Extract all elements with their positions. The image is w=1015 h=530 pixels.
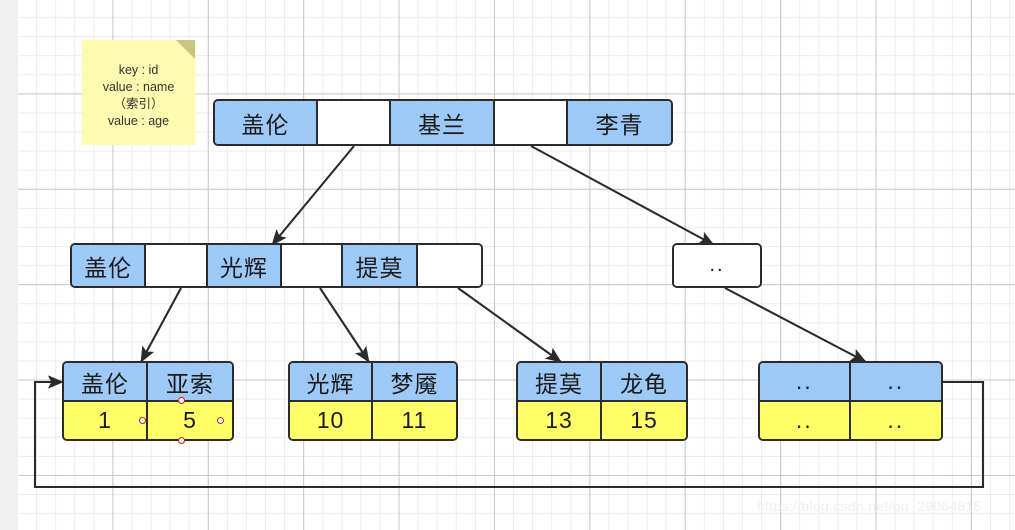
leaf-4-value-row: .. .. <box>760 402 941 439</box>
leaf-1-value-1[interactable]: 1 <box>64 402 148 439</box>
root-key-1[interactable]: 盖伦 <box>215 101 319 144</box>
legend-note-text: key : id value : name （索引） value : age <box>102 63 175 128</box>
root-key-3[interactable]: 李青 <box>567 101 671 144</box>
leaf-2-key-1[interactable]: 光辉 <box>290 363 373 400</box>
leaf-2-key-2[interactable]: 梦魇 <box>373 363 456 400</box>
leaf-1-value-row: 1 5 <box>64 402 232 439</box>
watermark-text: https://blog.csdn.net/qq_29064815 <box>757 498 982 514</box>
internal-left-pointer-1[interactable] <box>146 245 208 286</box>
leaf-4-key-1[interactable]: .. <box>760 363 851 400</box>
leaf-3-value-row: 13 15 <box>518 402 686 439</box>
selection-handle-left[interactable] <box>139 417 146 424</box>
leaf-3-key-row: 提莫 龙龟 <box>518 363 686 402</box>
leaf-node-2[interactable]: 光辉 梦魇 10 11 <box>288 361 458 441</box>
leaf-node-1[interactable]: 盖伦 亚索 1 5 <box>62 361 234 441</box>
leaf-3-value-1[interactable]: 13 <box>518 402 602 439</box>
diagram-canvas: key : id value : name （索引） value : age 盖… <box>0 0 1015 530</box>
selection-handle-right[interactable] <box>217 417 224 424</box>
root-pointer-1[interactable] <box>318 101 392 144</box>
leaf-3-value-2[interactable]: 15 <box>602 402 686 439</box>
left-ruler-margin <box>0 0 18 530</box>
leaf-node-4[interactable]: .. .. .. .. <box>758 361 943 441</box>
leaf-4-value-1[interactable]: .. <box>760 402 851 439</box>
leaf-3-key-1[interactable]: 提莫 <box>518 363 602 400</box>
legend-sticky-note: key : id value : name （索引） value : age <box>82 40 195 145</box>
root-pointer-2[interactable] <box>494 101 568 144</box>
root-key-2[interactable]: 基兰 <box>391 101 495 144</box>
leaf-3-key-2[interactable]: 龙龟 <box>602 363 686 400</box>
leaf-1-key-1[interactable]: 盖伦 <box>64 363 148 400</box>
leaf-1-key-row: 盖伦 亚索 <box>64 363 232 402</box>
leaf-2-value-2[interactable]: 11 <box>373 402 456 439</box>
selection-handle-bottom[interactable] <box>178 437 185 444</box>
internal-left-key-1[interactable]: 盖伦 <box>72 245 147 286</box>
leaf-2-key-row: 光辉 梦魇 <box>290 363 456 402</box>
internal-node-right[interactable]: .. <box>672 243 762 288</box>
selection-handle-top[interactable] <box>178 397 185 404</box>
internal-right-placeholder[interactable]: .. <box>674 245 760 286</box>
leaf-2-value-row: 10 11 <box>290 402 456 439</box>
internal-left-pointer-2[interactable] <box>281 245 344 286</box>
leaf-1-key-2[interactable]: 亚索 <box>148 363 232 400</box>
leaf-4-key-row: .. .. <box>760 363 941 402</box>
leaf-4-key-2[interactable]: .. <box>850 363 941 400</box>
sticky-note-fold-icon <box>176 40 195 59</box>
internal-node-left[interactable]: 盖伦 光辉 提莫 <box>70 243 483 288</box>
internal-left-pointer-3[interactable] <box>417 245 481 286</box>
root-node[interactable]: 盖伦 基兰 李青 <box>213 99 673 146</box>
internal-left-key-2[interactable]: 光辉 <box>207 245 282 286</box>
leaf-2-value-1[interactable]: 10 <box>290 402 373 439</box>
internal-left-key-3[interactable]: 提莫 <box>343 245 418 286</box>
leaf-node-3[interactable]: 提莫 龙龟 13 15 <box>516 361 688 441</box>
leaf-4-value-2[interactable]: .. <box>850 402 941 439</box>
